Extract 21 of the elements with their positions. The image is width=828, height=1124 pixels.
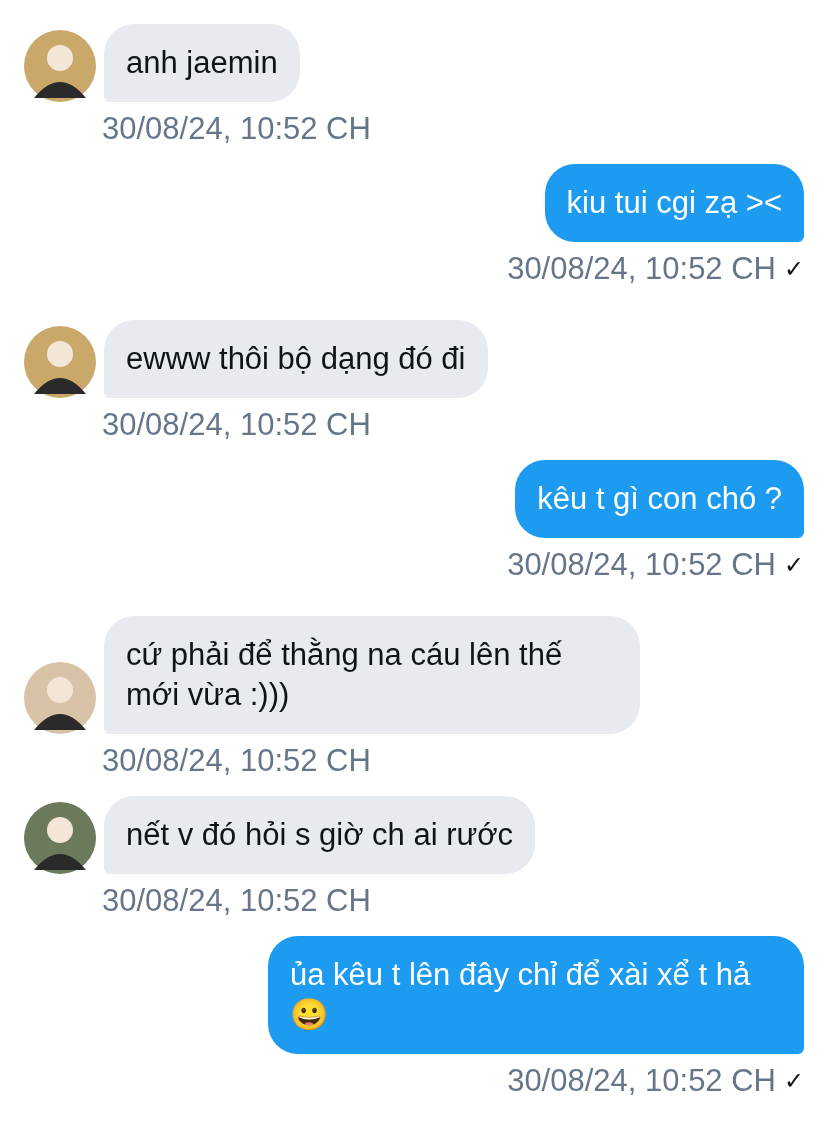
timestamp: 30/08/24, 10:52 CH [102, 407, 371, 442]
read-receipt: ✓ [784, 1066, 804, 1096]
avatar [24, 662, 96, 734]
message-bubble: ủa kêu t lên đây chỉ để xài xể t hả 😀 [268, 936, 804, 1054]
timestamp: 30/08/24, 10:52 CH [507, 548, 776, 582]
timestamp: 30/08/24, 10:52 CH [102, 743, 371, 778]
timestamp: 30/08/24, 10:52 CH [507, 1064, 776, 1098]
read-receipt: ✓ [784, 550, 804, 580]
message-bubble: kêu t gì con chó ? [515, 460, 804, 538]
message-bubble: anh jaemin [104, 24, 300, 102]
message-bubble: cứ phải để thằng na cáu lên thế mới vừa :))) [104, 616, 640, 734]
read-receipt: ✓ [784, 254, 804, 284]
message-bubble: kiu tui cgi zạ >< [544, 164, 804, 242]
avatar [24, 30, 96, 102]
message-bubble: ewww thôi bộ dạng đó đi [104, 320, 488, 398]
timestamp: 30/08/24, 10:52 CH [507, 252, 776, 286]
timestamp: 30/08/24, 10:52 CH [102, 111, 371, 146]
avatar [24, 326, 96, 398]
avatar [24, 802, 96, 874]
timestamp: 30/08/24, 10:52 CH [102, 883, 371, 918]
message-bubble: nết v đó hỏi s giờ ch ai rước [104, 796, 536, 874]
